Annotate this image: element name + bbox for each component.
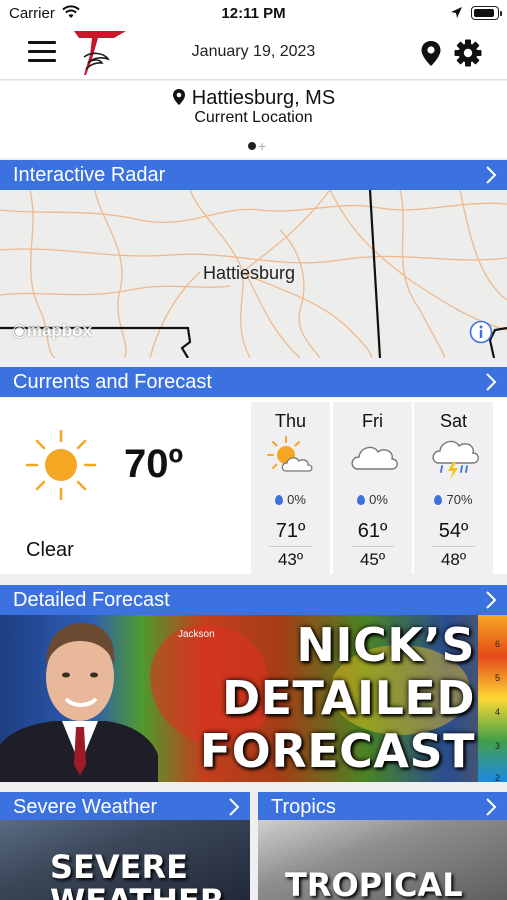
map-city-label: Hattiesburg	[203, 263, 296, 283]
scale-label: 2	[495, 773, 501, 782]
forecast-high: 71º	[275, 520, 306, 542]
detailed-section-title: Detailed Forecast	[13, 589, 170, 611]
location-arrow-icon	[451, 7, 462, 18]
add-location-icon[interactable]: +	[258, 138, 266, 154]
app-header: January 19, 2023	[0, 28, 507, 80]
mapbox-logo-icon: ◉	[12, 321, 27, 340]
city-label: Hattiesburg, MS	[191, 87, 336, 109]
precip-chance: 0%	[251, 492, 330, 507]
divider	[432, 546, 475, 547]
meteorologist-portrait	[0, 623, 158, 782]
tropics-section-title: Tropics	[271, 796, 336, 818]
forecast-low: 43º	[277, 550, 304, 569]
chevron-right-icon	[486, 591, 497, 609]
mapbox-label: mapbox	[26, 321, 93, 340]
precip-chance: 70%	[414, 492, 493, 507]
chevron-right-icon	[486, 166, 497, 184]
divider	[351, 546, 394, 547]
scale-label: 3	[495, 741, 501, 751]
headline-line: FORECAST	[199, 724, 475, 778]
info-icon[interactable]	[469, 320, 493, 344]
precip-value: 0%	[287, 492, 306, 507]
detailed-section-header[interactable]: Detailed Forecast	[0, 585, 507, 615]
radar-section-header[interactable]: Interactive Radar	[0, 160, 507, 190]
tropics-tile[interactable]: TROPICAL	[258, 820, 507, 900]
location-pin-icon	[172, 89, 185, 105]
forecast-day-thu[interactable]: Thu 0% 71º 43º	[251, 402, 330, 574]
severe-weather-image-text: SEVERE WEATHER	[50, 848, 225, 900]
chevron-right-icon	[486, 798, 497, 816]
scale-label: 4	[495, 707, 501, 717]
chevron-right-icon	[229, 798, 240, 816]
radar-scale	[478, 615, 507, 782]
forecast-day-sat[interactable]: Sat 70% 54º 48º	[414, 402, 493, 574]
headline-line: NICK’S	[296, 618, 475, 672]
precip-value: 70%	[446, 492, 473, 507]
radar-map[interactable]: Hattiesburg ◉mapbox	[0, 190, 507, 358]
mapbox-attribution: ◉mapbox	[12, 321, 92, 341]
location-panel[interactable]: Hattiesburg, MS Current Location +	[0, 81, 507, 158]
forecast-low: 45º	[359, 550, 386, 569]
settings-gear-icon[interactable]	[454, 39, 482, 67]
headline-line: DETAILED	[221, 671, 475, 725]
current-conditions-panel[interactable]: 70º Clear Thu 0% 71º 43º Fri 0% 61º 45º …	[0, 398, 507, 574]
currents-section-header[interactable]: Currents and Forecast	[0, 367, 507, 397]
severe-section-header[interactable]: Severe Weather	[0, 792, 250, 821]
severe-weather-tile[interactable]: SEVERE WEATHER	[0, 820, 250, 900]
detailed-forecast-video[interactable]: Jackson 6 5 4 3 2 NICK’S DETAILED FORECA…	[0, 615, 507, 782]
forecast-day-fri[interactable]: Fri 0% 61º 45º	[333, 402, 412, 574]
page-indicator[interactable]: +	[248, 137, 266, 155]
forecast-day-name: Fri	[362, 411, 383, 431]
current-temperature: 70º	[124, 442, 184, 486]
tropics-image-text: TROPICAL	[285, 866, 463, 900]
location-pin-icon[interactable]	[420, 40, 442, 67]
location-name: Hattiesburg, MS	[0, 87, 507, 110]
clock: 12:11 PM	[221, 5, 286, 22]
status-bar: Carrier 12:11 PM	[0, 0, 507, 28]
current-condition: Clear	[26, 539, 74, 561]
raindrop-icon	[275, 495, 284, 505]
severe-section-title: Severe Weather	[13, 796, 158, 818]
radar-section-title: Interactive Radar	[13, 164, 166, 186]
thunderstorm-icon	[432, 440, 479, 480]
partly-cloudy-icon	[267, 436, 313, 472]
scale-label: 6	[495, 639, 501, 649]
forecast-high: 61º	[357, 520, 388, 542]
chevron-right-icon	[486, 373, 497, 391]
precip-chance: 0%	[333, 492, 412, 507]
sun-icon	[25, 429, 97, 501]
forecast-day-name: Thu	[274, 411, 307, 431]
forecast-day-name: Sat	[439, 411, 468, 431]
currents-section-title: Currents and Forecast	[13, 371, 212, 393]
forecast-high: 54º	[438, 520, 469, 542]
video-headline: NICK’S DETAILED FORECAST	[200, 619, 475, 778]
current-location-label: Current Location	[194, 109, 313, 126]
divider	[269, 546, 312, 547]
battery-icon	[471, 6, 502, 20]
precip-value: 0%	[369, 492, 388, 507]
page-dot-active	[248, 141, 256, 150]
cloud-icon	[351, 446, 398, 470]
raindrop-icon	[434, 495, 443, 505]
raindrop-icon	[357, 495, 366, 505]
tropics-section-header[interactable]: Tropics	[258, 792, 507, 821]
forecast-low: 48º	[440, 550, 467, 569]
scale-label: 5	[495, 673, 501, 683]
